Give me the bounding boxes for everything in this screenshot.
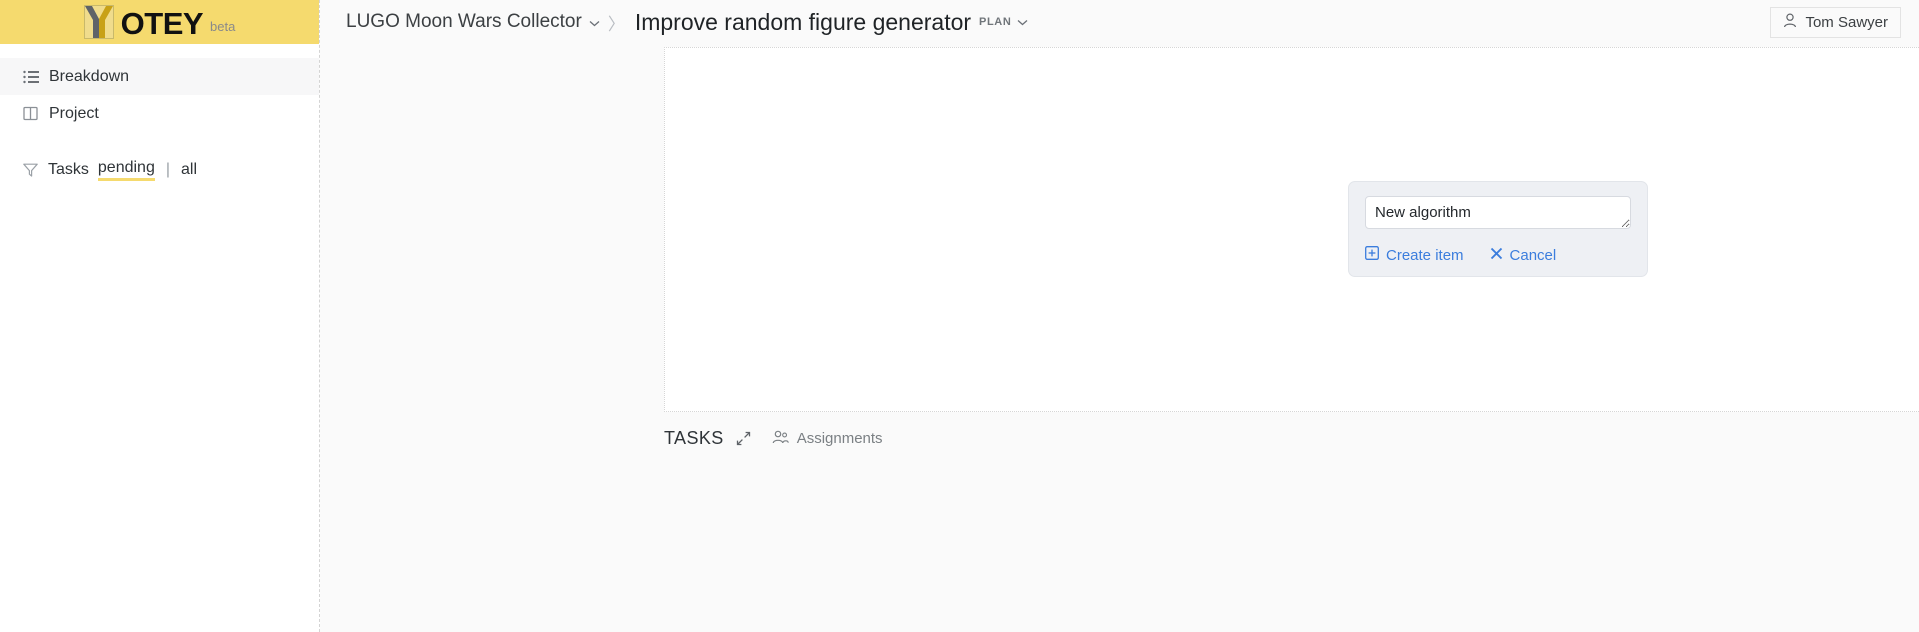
create-item-button[interactable]: Create item xyxy=(1365,246,1464,264)
filter-separator: | xyxy=(165,161,171,178)
sidebar-item-breakdown[interactable]: Breakdown xyxy=(0,58,319,95)
topbar: LUGO Moon Wars Collector 〉 Improve rando… xyxy=(320,0,1919,44)
logo-text: OTEY xyxy=(120,6,204,41)
user-name: Tom Sawyer xyxy=(1805,13,1888,31)
dialog-actions: Create item Cancel xyxy=(1365,246,1631,264)
create-item-dialog: Create item Cancel xyxy=(1348,181,1648,277)
cancel-label: Cancel xyxy=(1509,246,1557,264)
person-icon xyxy=(1783,12,1797,32)
sidebar-item-project[interactable]: Project xyxy=(0,95,319,132)
sidebar-nav: Breakdown Project Tasks pending | all xyxy=(0,44,319,182)
tasks-filter-row: Tasks pending | all xyxy=(0,158,319,182)
logo[interactable]: OTEY beta xyxy=(83,5,236,41)
logo-bar: OTEY beta xyxy=(0,0,319,44)
sidebar-item-label: Breakdown xyxy=(49,67,130,85)
new-item-input[interactable] xyxy=(1365,196,1631,229)
people-icon xyxy=(772,430,789,448)
sidebar: OTEY beta Breakdown Project Tasks pendin… xyxy=(0,0,320,632)
book-icon xyxy=(22,105,39,122)
breakdown-canvas[interactable]: Create item Cancel xyxy=(664,47,1919,412)
cancel-button[interactable]: Cancel xyxy=(1490,246,1557,264)
filter-option-pending[interactable]: pending xyxy=(97,159,155,181)
main-area: LUGO Moon Wars Collector 〉 Improve rando… xyxy=(320,0,1919,632)
tasks-filter-label: Tasks xyxy=(48,161,89,178)
filter-option-all[interactable]: all xyxy=(181,161,197,180)
sidebar-item-label: Project xyxy=(49,104,99,122)
breadcrumb-separator: 〉 xyxy=(607,14,625,34)
assignments-button[interactable]: Assignments xyxy=(772,430,883,448)
tasks-title: TASKS xyxy=(664,428,724,448)
tasks-section-header: TASKS Assignments xyxy=(664,428,883,449)
plan-badge: PLAN xyxy=(979,16,1012,28)
page-title[interactable]: Improve random figure generator xyxy=(635,9,971,36)
list-icon xyxy=(22,68,39,85)
y-logo-icon xyxy=(83,5,114,39)
app-root: OTEY beta Breakdown Project Tasks pendin… xyxy=(0,0,1919,632)
chevron-down-icon[interactable] xyxy=(1017,13,1028,31)
breadcrumb-project-label: LUGO Moon Wars Collector xyxy=(346,11,582,32)
chevron-down-icon xyxy=(589,11,600,33)
user-menu[interactable]: Tom Sawyer xyxy=(1770,6,1901,38)
create-item-label: Create item xyxy=(1386,246,1464,264)
filter-icon xyxy=(22,162,39,179)
close-icon xyxy=(1490,247,1503,264)
breadcrumb-project[interactable]: LUGO Moon Wars Collector xyxy=(346,11,600,33)
collapse-icon[interactable] xyxy=(736,431,751,446)
logo-beta-tag: beta xyxy=(210,19,236,34)
assignments-label: Assignments xyxy=(796,430,883,447)
plus-box-icon xyxy=(1365,246,1379,264)
